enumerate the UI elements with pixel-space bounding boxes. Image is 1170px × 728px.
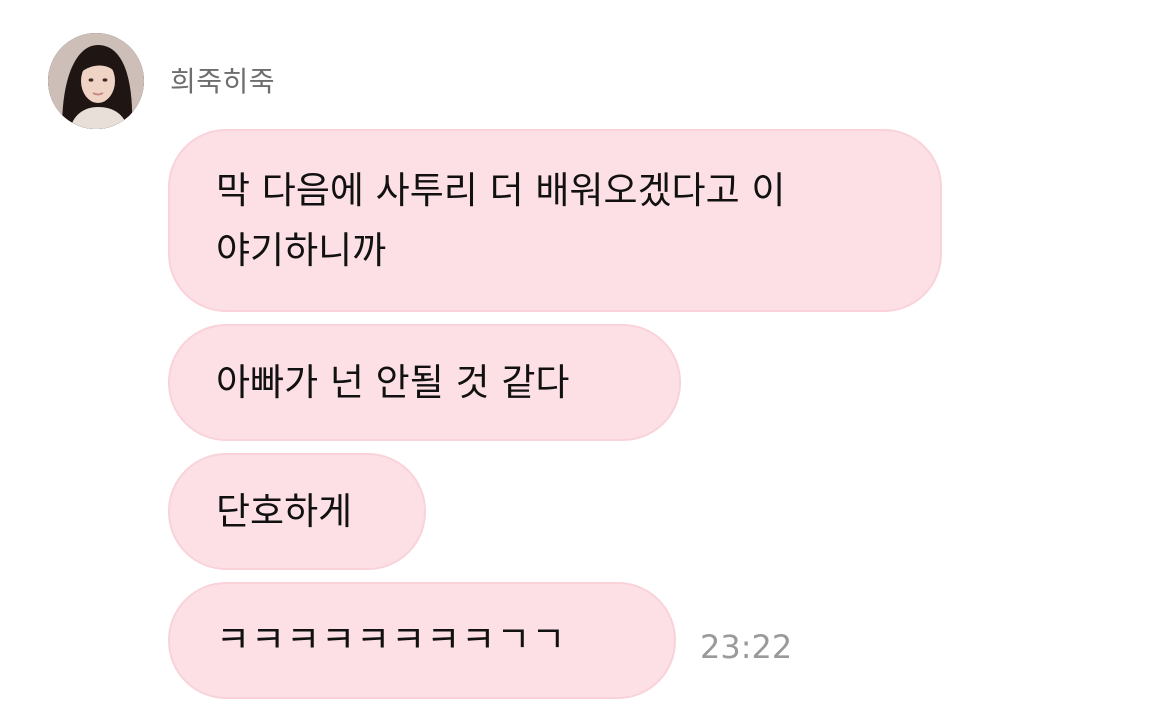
message-bubble[interactable]: 막 다음에 사투리 더 배워오겠다고 이 야기하니까 <box>168 129 942 312</box>
message-bubble[interactable]: 단호하게 <box>168 453 426 570</box>
message-bubble[interactable]: ㅋㅋㅋㅋㅋㅋㅋㅋㄱㄱ <box>168 582 676 699</box>
message-timestamp: 23:22 <box>700 628 793 666</box>
sender-name: 희죽히죽 <box>170 65 276 98</box>
chat-thread: 희죽히죽 막 다음에 사투리 더 배워오겠다고 이 야기하니까 아빠가 넌 안될… <box>0 0 1170 728</box>
message-bubble[interactable]: 아빠가 넌 안될 것 같다 <box>168 324 681 441</box>
avatar[interactable] <box>48 33 144 129</box>
profile-photo-icon <box>48 33 144 129</box>
